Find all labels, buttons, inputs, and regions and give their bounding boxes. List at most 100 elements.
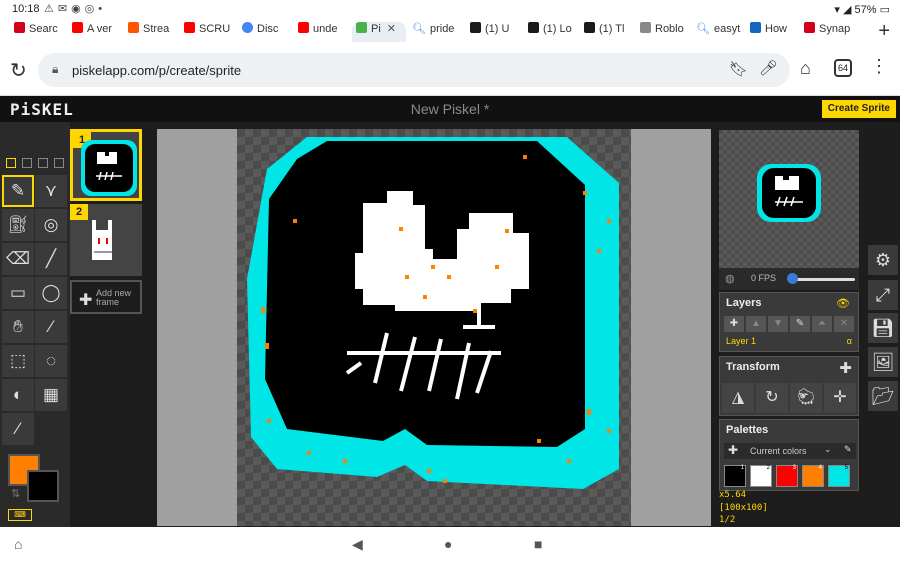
add-palette-icon[interactable]: ✚ — [728, 443, 738, 457]
eraser-icon[interactable]: ⌫ — [2, 243, 34, 275]
paint-same-color-icon[interactable]: ◎ — [35, 209, 67, 241]
palette-swatch[interactable]: 3 — [776, 465, 798, 487]
microphone-icon[interactable]: 🎤︎ — [759, 59, 778, 77]
move-layer-down-icon[interactable]: ▼ — [768, 316, 788, 332]
url-text[interactable]: piskelapp.com/p/create/sprite — [72, 63, 241, 78]
animation-preview[interactable]: ◍ 0 FPS — [719, 130, 859, 290]
browser-tab[interactable]: Roblo — [640, 22, 690, 42]
pen-size-1[interactable] — [6, 158, 16, 168]
browser-tab[interactable]: Disc — [242, 22, 294, 42]
vertical-mirror-pen-icon[interactable]: ⋎ — [35, 175, 67, 207]
tab-favicon — [242, 22, 253, 33]
preview-sprite-image — [757, 164, 821, 222]
home-icon[interactable]: ⌂ — [800, 58, 811, 79]
browser-menu-icon[interactable]: ⋮ — [870, 56, 888, 77]
browser-tab[interactable]: 🔍︎ easyt — [696, 22, 746, 42]
fps-control: ◍ 0 FPS — [719, 268, 859, 290]
bookmark-icon[interactable]: 🔖︎ — [729, 60, 748, 78]
browser-tab[interactable]: (1) Lo — [528, 22, 578, 42]
pen-size-4[interactable] — [54, 158, 64, 168]
browser-tab[interactable]: Synap — [804, 22, 860, 42]
expand-icon[interactable]: ✚ — [839, 359, 852, 377]
zoom-level: x5.64 — [719, 490, 747, 500]
circle-tool-icon[interactable]: ◯ — [35, 277, 67, 309]
search-icon: 🔍︎ — [412, 23, 426, 35]
accessibility-icon[interactable]: ⌂ — [14, 536, 22, 552]
palettes-panel: Palettes ✚ Current colors ⌄ ✎ 1 2 3 4 5 — [719, 419, 859, 491]
rename-layer-icon[interactable]: ✎ — [790, 316, 810, 332]
lighten-tool-icon[interactable]: ◐ — [2, 379, 34, 411]
flip-icon[interactable]: ◮ — [722, 383, 754, 413]
onion-skin-icon[interactable]: ◍ — [725, 272, 735, 285]
browser-tab[interactable]: 🔍︎ pride — [412, 22, 464, 42]
layer-item[interactable]: Layer 1 — [726, 336, 756, 346]
layer-opacity-icon[interactable]: α — [847, 336, 852, 346]
browser-tab-active[interactable]: Pi ✕ — [352, 22, 406, 42]
open-folder-icon[interactable]: 📂︎ — [868, 381, 898, 411]
browser-tab[interactable]: (1) U — [470, 22, 520, 42]
close-tab-icon[interactable]: ✕ — [387, 23, 396, 35]
create-sprite-button[interactable]: Create Sprite — [821, 100, 896, 118]
fps-label: 0 FPS — [751, 273, 777, 283]
secondary-color-swatch[interactable] — [27, 470, 59, 502]
browser-tab-strip: Searc A ver Strea SCRU Disc unde Pi ✕ 🔍︎ p… — [0, 18, 900, 44]
add-layer-icon[interactable]: ✚ — [724, 316, 744, 332]
color-picker-icon[interactable]: ⁄ — [2, 413, 34, 445]
settings-gear-icon[interactable]: ⚙ — [868, 245, 898, 275]
pen-size-3[interactable] — [38, 158, 48, 168]
rotate-icon[interactable]: ↻ — [756, 383, 788, 413]
pen-size-2[interactable] — [22, 158, 32, 168]
fps-slider-handle[interactable] — [787, 273, 798, 284]
browser-tab[interactable]: Searc — [14, 22, 64, 42]
merge-layer-icon[interactable]: ⏶ — [812, 316, 832, 332]
delete-layer-icon[interactable]: ✕ — [834, 316, 854, 332]
rectangle-selection-icon[interactable]: ⬚ — [2, 345, 34, 377]
add-frame-button[interactable]: ✚ Add new frame — [70, 280, 142, 314]
move-tool-icon[interactable]: ✋︎ — [2, 311, 34, 343]
palette-swatch[interactable]: 2 — [750, 465, 772, 487]
palette-selector[interactable]: ✚ Current colors ⌄ ✎ — [724, 443, 856, 459]
palette-swatch[interactable]: 5 — [828, 465, 850, 487]
paint-bucket-icon[interactable]: ⛽︎ — [2, 209, 34, 241]
piskel-header: PiSKEL New Piskel * Create Sprite — [0, 96, 900, 122]
tab-switcher-button[interactable]: 64 — [834, 59, 852, 77]
save-icon[interactable]: 💾︎ — [868, 313, 898, 343]
tab-favicon — [528, 22, 539, 33]
chevron-down-icon[interactable]: ⌄ — [824, 444, 832, 455]
tab-favicon — [640, 22, 651, 33]
resize-icon[interactable]: ⤢ — [868, 280, 898, 310]
clone-icon[interactable]: 🐑︎ — [790, 383, 822, 413]
sprite-canvas[interactable] — [237, 129, 631, 526]
browser-tab[interactable]: unde — [298, 22, 350, 42]
back-icon[interactable]: ◀ — [352, 536, 363, 553]
rectangle-tool-icon[interactable]: ▭ — [2, 277, 34, 309]
recents-icon[interactable]: ■ — [534, 536, 542, 552]
palette-swatch[interactable]: 1 — [724, 465, 746, 487]
swap-colors-icon[interactable]: ⇅ — [11, 487, 20, 500]
export-image-icon[interactable]: 🖼︎ — [868, 347, 898, 377]
reload-icon[interactable]: ↻ — [10, 58, 27, 83]
browser-tab[interactable]: SCRU — [184, 22, 234, 42]
dithering-tool-icon[interactable]: ▦ — [35, 379, 67, 411]
browser-tab[interactable]: (1) Tl — [584, 22, 634, 42]
address-bar[interactable]: 🔒︎ piskelapp.com/p/create/sprite 🔖︎ 🎤︎ — [38, 53, 790, 87]
keyboard-shortcuts-icon[interactable]: ⌨ — [8, 509, 32, 521]
lasso-selection-icon[interactable]: ◌ — [35, 345, 67, 377]
shape-selection-icon[interactable]: ⁄ — [35, 311, 67, 343]
frame-thumbnail[interactable]: 1 — [70, 129, 142, 201]
stroke-tool-icon[interactable]: ╱ — [35, 243, 67, 275]
fps-slider-track[interactable] — [791, 278, 855, 281]
new-tab-button[interactable]: + — [878, 20, 890, 43]
frame-thumbnail[interactable]: 2 — [70, 204, 142, 276]
edit-palette-icon[interactable]: ✎ — [844, 444, 852, 455]
status-bar: 10:18 ⚠✉◉◎• ▾ ◢ 57% ▭ — [0, 0, 900, 18]
browser-tab[interactable]: A ver — [72, 22, 122, 42]
home-nav-icon[interactable]: ● — [444, 536, 452, 552]
browser-tab[interactable]: Strea — [128, 22, 180, 42]
move-layer-up-icon[interactable]: ▲ — [746, 316, 766, 332]
browser-tab[interactable]: How — [750, 22, 796, 42]
eye-icon[interactable]: 👁︎ — [836, 297, 850, 310]
pen-tool-icon[interactable]: ✎ — [2, 175, 34, 207]
center-icon[interactable]: ✛ — [824, 383, 856, 413]
palette-swatch[interactable]: 4 — [802, 465, 824, 487]
